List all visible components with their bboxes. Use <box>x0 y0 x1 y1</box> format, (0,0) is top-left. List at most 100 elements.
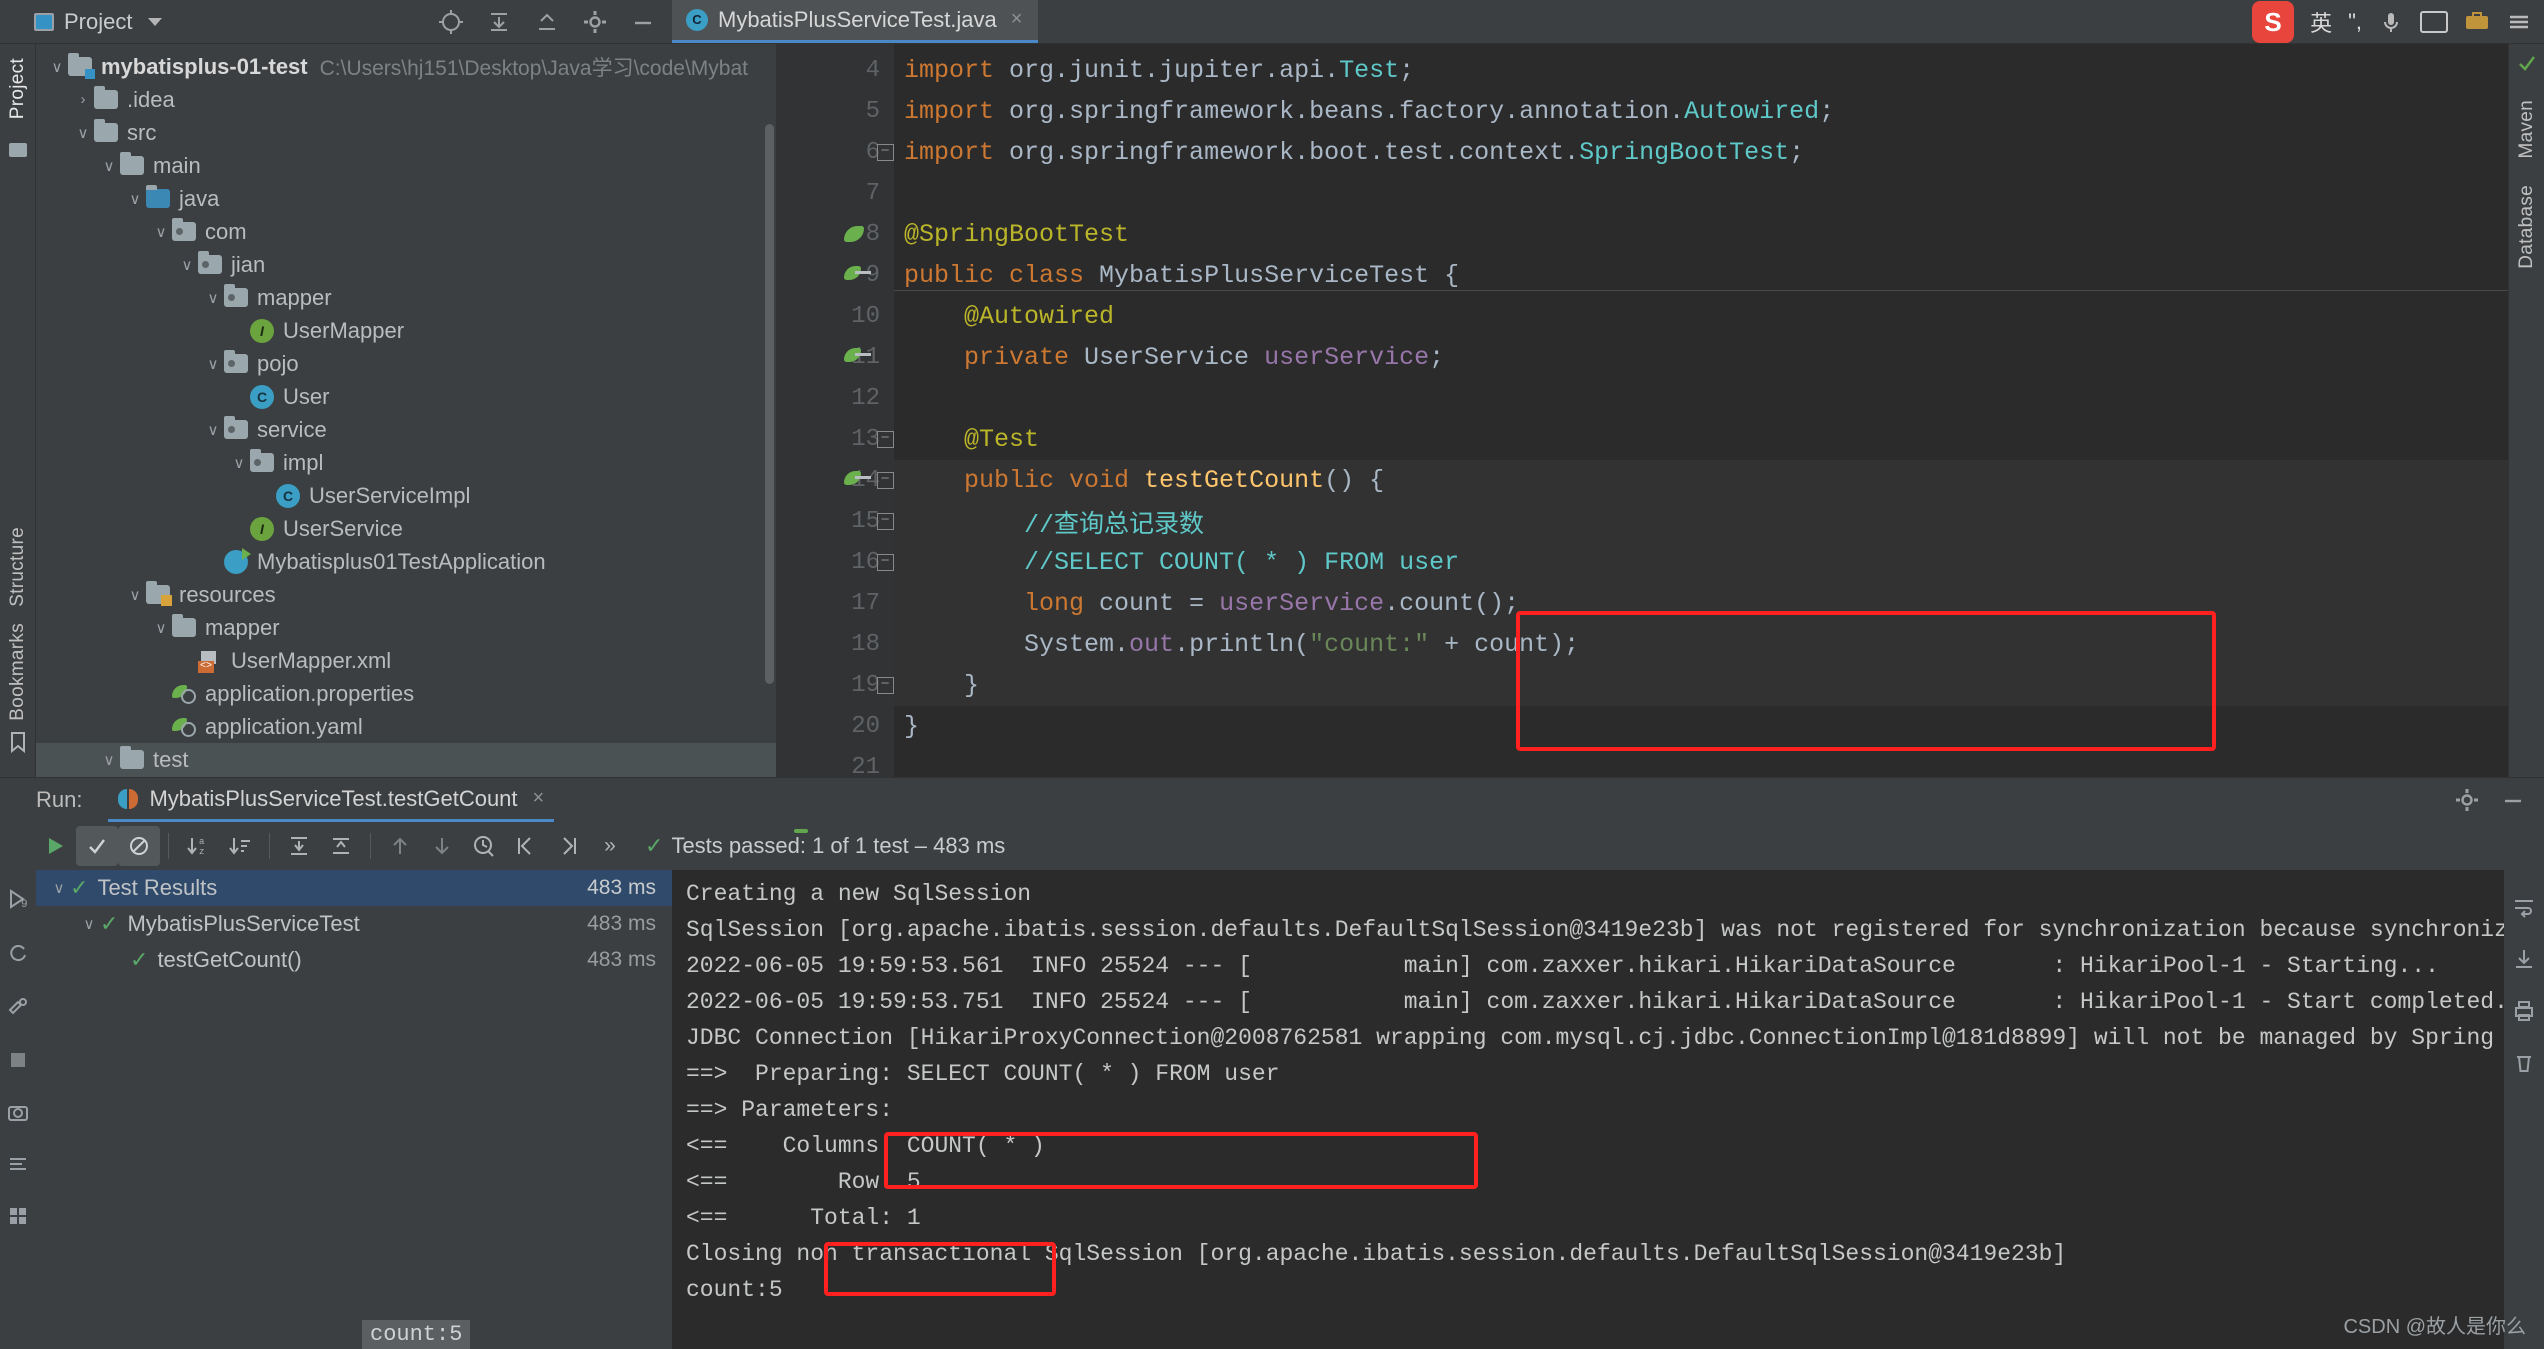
test-history-icon[interactable] <box>463 826 505 866</box>
rerun-tests-icon[interactable] <box>7 942 29 970</box>
code-line[interactable] <box>894 747 2508 777</box>
scroll-to-end-icon[interactable] <box>2512 948 2536 976</box>
more-actions-icon[interactable]: » <box>589 826 631 866</box>
chevron-down-icon[interactable]: ∨ <box>150 619 172 637</box>
export-tests-icon[interactable] <box>547 826 589 866</box>
tree-item[interactable]: ∨ test <box>36 743 776 776</box>
wrap-text-icon[interactable] <box>7 1154 29 1180</box>
next-failed-button[interactable] <box>421 826 463 866</box>
tree-item[interactable]: ∨ pojo <box>36 347 776 380</box>
collapse-all-button[interactable] <box>320 826 362 866</box>
tree-item[interactable]: application.properties <box>36 677 776 710</box>
expand-all-button[interactable] <box>278 826 320 866</box>
test-tree-row[interactable]: ✓ testGetCount() 483 ms <box>36 942 672 978</box>
code-line[interactable]: long count = userService. count (); <box>894 583 2508 624</box>
chevron-down-icon[interactable]: ∨ <box>124 586 146 604</box>
code-line[interactable]: System. out .println("count:" + count); <box>894 624 2508 665</box>
project-tree[interactable]: ∨ mybatisplus-01-test C:\Users\hj151\Deskt… <box>36 44 776 777</box>
code-line[interactable]: import org.springframework.boot.test.con… <box>894 132 2508 173</box>
tool-window-maven[interactable]: Maven <box>2516 94 2538 165</box>
tree-item[interactable]: I UserService <box>36 512 776 545</box>
tree-item[interactable]: I UserMapper <box>36 314 776 347</box>
gear-icon[interactable] <box>2454 787 2480 813</box>
project-root-row[interactable]: ∨ mybatisplus-01-test C:\Users\hj151\Deskt… <box>36 50 776 83</box>
minimize-icon[interactable] <box>2500 787 2526 813</box>
chevron-down-icon[interactable]: ∨ <box>202 355 224 373</box>
stop-icon[interactable] <box>8 1050 28 1076</box>
editor-tab[interactable]: C MybatisPlusServiceTest.java × <box>672 0 1039 43</box>
code-line[interactable]: private UserService userService; <box>894 337 2508 378</box>
sort-alphabetically-button[interactable]: az <box>177 826 219 866</box>
tree-item[interactable]: ∨ resources <box>36 578 776 611</box>
chevron-down-icon[interactable]: ∨ <box>98 157 120 175</box>
code-line[interactable]: import org.junit.jupiter.api. Test; <box>894 50 2508 91</box>
code-line[interactable] <box>894 378 2508 419</box>
tree-item[interactable]: ∨java <box>36 776 776 777</box>
code-line[interactable]: @Test <box>894 419 2508 460</box>
code-line[interactable]: } <box>894 665 2508 706</box>
settings-icon[interactable] <box>7 996 29 1024</box>
chevron-down-icon[interactable]: ∨ <box>176 256 198 274</box>
soft-wrap-icon[interactable] <box>2512 896 2536 924</box>
previous-failed-button[interactable] <box>379 826 421 866</box>
sogou-logo-icon[interactable]: S <box>2252 1 2295 43</box>
tool-window-bookmarks[interactable]: Bookmarks <box>7 617 29 727</box>
tool-window-database[interactable]: Database <box>2516 179 2538 275</box>
chevron-down-icon[interactable]: ∨ <box>98 751 120 769</box>
run-gutter-icon[interactable] <box>844 468 871 494</box>
tree-item[interactable]: C UserServiceImpl <box>36 479 776 512</box>
sort-by-duration-button[interactable] <box>219 826 261 866</box>
chevron-right-icon[interactable]: › <box>72 91 94 108</box>
import-tests-icon[interactable] <box>505 826 547 866</box>
code-line[interactable]: //SELECT COUNT( * ) FROM user <box>894 542 2508 583</box>
tree-item[interactable]: ∨ src <box>36 116 776 149</box>
tree-item[interactable]: ∨ impl <box>36 446 776 479</box>
tree-item[interactable]: ∨ mapper <box>36 281 776 314</box>
spring-bean-gutter-icon[interactable] <box>844 222 870 248</box>
menu-icon[interactable] <box>2506 9 2532 35</box>
locate-icon[interactable] <box>438 9 464 35</box>
run-configuration-tab[interactable]: MybatisPlusServiceTest.testGetCount × <box>108 778 555 822</box>
chevron-down-icon[interactable] <box>148 17 163 26</box>
chevron-down-icon[interactable]: ∨ <box>72 124 94 142</box>
code-content[interactable]: import org.junit.jupiter.api. Test; import… <box>894 44 2508 777</box>
tree-item[interactable]: Mybatisplus01TestApplication <box>36 545 776 578</box>
screenshot-icon[interactable] <box>7 1102 29 1128</box>
minimize-icon[interactable] <box>630 9 656 35</box>
chevron-down-icon[interactable]: ∨ <box>124 190 146 208</box>
tool-window-structure[interactable]: Structure <box>7 521 29 613</box>
hide-ignored-button[interactable] <box>118 826 160 866</box>
debug-icon[interactable]: 9 <box>7 888 29 916</box>
show-passed-button[interactable] <box>76 826 118 866</box>
close-icon[interactable]: × <box>1011 8 1023 31</box>
code-line[interactable]: import org.springframework.beans.factory… <box>894 91 2508 132</box>
project-scrollbar[interactable] <box>765 124 774 684</box>
microphone-icon[interactable] <box>2378 9 2404 35</box>
keyboard-icon[interactable] <box>2420 11 2448 33</box>
chevron-down-icon[interactable]: ∨ <box>78 915 100 933</box>
tree-item[interactable]: ∨ service <box>36 413 776 446</box>
editor-gutter[interactable]: 4 5 −6 7 8 9 10 11 12 −13−14−15−16 17 18 −19 20 21 <box>776 44 894 777</box>
code-editor[interactable]: 4 5 −6 7 8 9 10 11 12 −13−14−15−16 17 18 −19 20 21 imp… <box>776 44 2508 777</box>
tool-window-project[interactable]: Project <box>7 52 29 125</box>
code-line[interactable] <box>894 173 2508 214</box>
test-tree-row[interactable]: ∨ ✓ Test Results 483 ms <box>36 870 672 906</box>
rerun-button[interactable] <box>34 826 76 866</box>
grid-icon[interactable] <box>8 1206 28 1232</box>
tree-item[interactable]: ∨ jian <box>36 248 776 281</box>
code-line[interactable]: } <box>894 706 2508 747</box>
code-line[interactable]: @SpringBootTest <box>894 214 2508 255</box>
ime-language-label[interactable]: 英 <box>2310 6 2332 38</box>
tree-item[interactable]: ∨ mapper <box>36 611 776 644</box>
chevron-down-icon[interactable]: ∨ <box>150 223 172 241</box>
clear-all-icon[interactable] <box>2513 1052 2535 1080</box>
code-line[interactable]: //查询总记录数 <box>894 501 2508 542</box>
ime-punctuation-icon[interactable]: ", <box>2348 9 2362 35</box>
tree-item[interactable]: › .idea <box>36 83 776 116</box>
run-gutter-icon[interactable] <box>844 263 871 289</box>
tree-item[interactable]: UserMapper.xml <box>36 644 776 677</box>
code-line[interactable]: @Autowired <box>894 296 2508 337</box>
print-icon[interactable] <box>2512 1000 2536 1028</box>
gear-icon[interactable] <box>582 9 608 35</box>
console-output[interactable]: Creating a new SqlSession SqlSession [org… <box>672 870 2504 1349</box>
